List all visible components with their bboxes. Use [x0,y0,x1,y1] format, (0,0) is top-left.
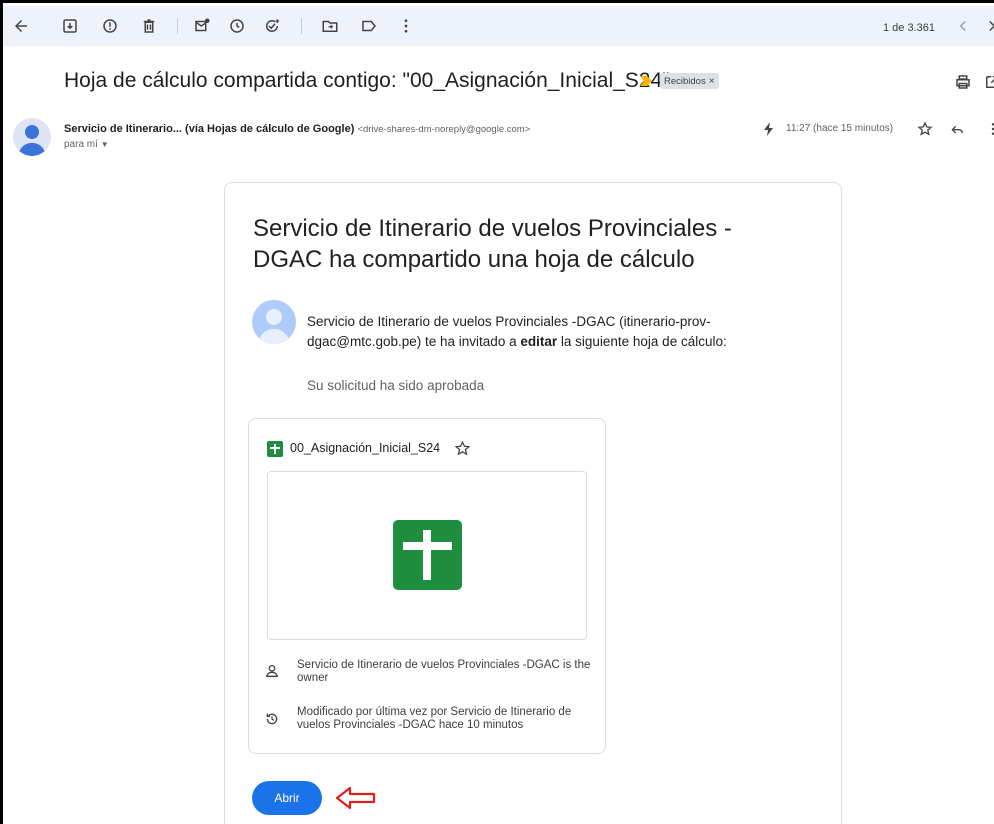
label-icon[interactable] [359,16,379,36]
invite-permission: editar [520,334,558,349]
owner-text: Servicio de Itinerario de vuelos Provinc… [297,659,591,684]
sender-line: Servicio de Itinerario... (vía Hojas de … [64,123,530,135]
important-marker-icon[interactable] [640,76,652,86]
email-subject: Hoja de cálculo compartida contigo: "00_… [64,69,670,92]
star-icon[interactable] [917,121,933,137]
chevron-down-icon[interactable]: ▼ [101,140,109,149]
snooze-icon[interactable] [227,16,247,36]
add-to-tasks-icon[interactable] [262,16,282,36]
back-arrow-icon[interactable] [11,16,31,36]
open-button[interactable]: Abrir [252,781,322,815]
sender-email: <drive-shares-dm-noreply@google.com> [357,124,531,135]
toolbar-separator [177,18,178,34]
archive-icon[interactable] [60,16,80,36]
message-toolbar: 1 de 3.361 [3,6,994,46]
print-icon[interactable] [954,73,972,91]
recipient-label: para mí [64,139,98,150]
file-star-icon[interactable] [454,440,471,457]
inbox-label-text: Recibidos [664,75,706,87]
annotation-arrow-icon [335,786,376,810]
share-title: Servicio de Itinerario de vuelos Provinc… [253,215,732,273]
delete-icon[interactable] [139,16,159,36]
mark-unread-icon[interactable] [192,16,212,36]
pagination-count: 1 de 3.361 [883,22,935,34]
sender-name[interactable]: Servicio de Itinerario... (vía Hojas de … [64,123,354,135]
remove-label-icon[interactable]: × [709,76,715,87]
sheets-preview-icon [393,520,462,590]
message-more-icon[interactable] [985,121,994,137]
more-vertical-icon[interactable] [396,16,416,36]
sheets-file-icon [267,441,283,457]
invite-message: Servicio de Itinerario de vuelos Provinc… [307,312,767,352]
history-icon [266,713,278,725]
newer-chevron-icon[interactable] [953,16,973,36]
reply-icon[interactable] [949,121,965,137]
report-spam-icon[interactable] [100,16,120,36]
received-time: 11:27 (hace 15 minutos) [786,123,894,134]
owner-person-icon [265,665,279,677]
move-to-icon[interactable] [320,16,340,36]
recipient-details[interactable]: para mí ▼ [64,139,109,150]
open-new-window-icon[interactable] [983,73,994,91]
last-modified-text: Modificado por última vez por Servicio d… [297,706,572,731]
lightning-icon [764,122,773,136]
toolbar-separator [301,18,302,34]
gmail-message-view: 1 de 3.361 Hoja de cálculo compartida co… [0,0,994,824]
inbox-label-chip[interactable]: Recibidos × [660,73,719,89]
sender-avatar[interactable] [13,118,51,156]
invite-suffix: la siguiente hoja de cálculo: [557,334,727,349]
older-chevron-icon[interactable] [982,16,994,36]
request-approved-text: Su solicitud ha sido aprobada [307,378,485,393]
file-name[interactable]: 00_Asignación_Inicial_S24 [290,441,440,455]
sharer-avatar [252,300,296,344]
